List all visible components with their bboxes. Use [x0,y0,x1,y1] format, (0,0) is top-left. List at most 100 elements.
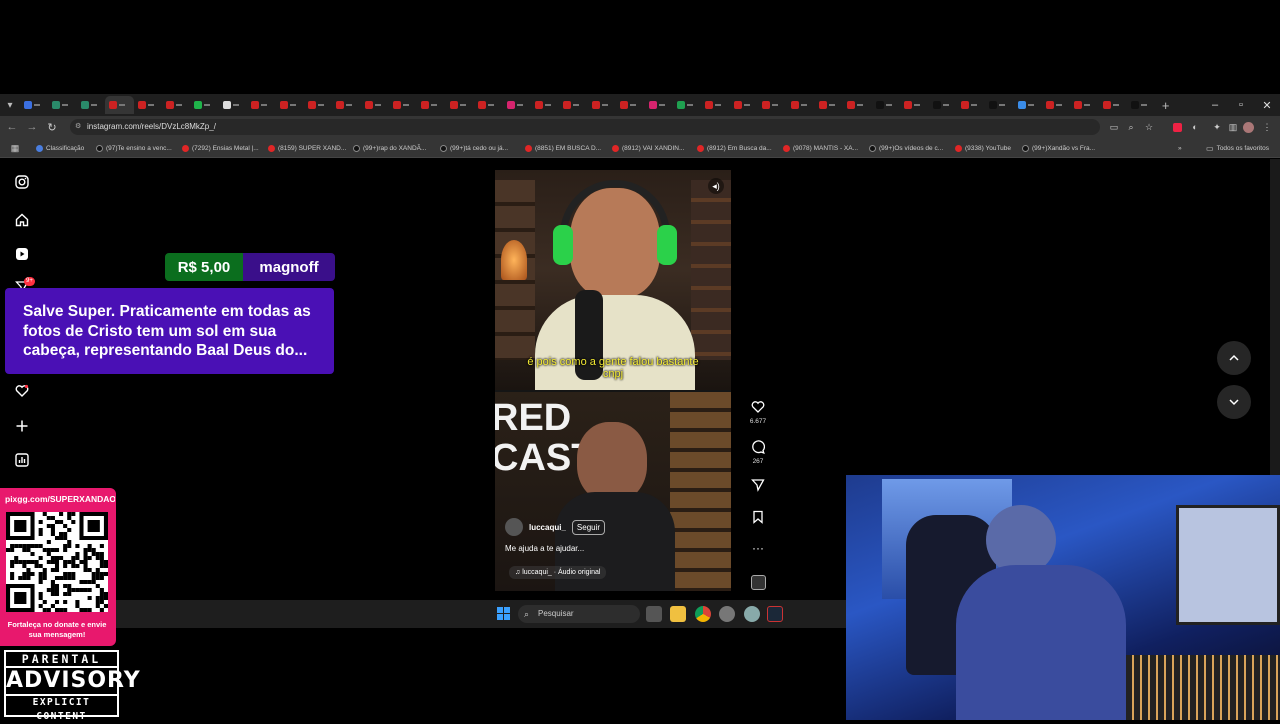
notifications-heart-icon[interactable] [12,381,32,401]
browser-tab[interactable] [332,96,360,114]
browser-tab[interactable] [417,96,445,114]
menu-icon[interactable]: ⋮ [1260,120,1274,134]
create-icon[interactable] [12,416,32,436]
browser-tab[interactable] [1127,96,1155,114]
bookmark-item[interactable]: (99+)rap do XANDÃ... [353,142,426,154]
browser-tab[interactable] [787,96,815,114]
browser-tab[interactable] [77,96,105,114]
browser-tab[interactable] [531,96,559,114]
caption[interactable]: Me ajuda a te ajudar... [505,544,584,553]
app-icon[interactable] [719,606,735,622]
browser-tab[interactable] [758,96,786,114]
install-app-icon[interactable]: ▭ [1107,120,1121,134]
bookmark-item[interactable]: (99+)Xandão vs Fra... [1022,142,1095,154]
browser-tab[interactable] [616,96,644,114]
instagram-logo-icon[interactable] [12,172,32,192]
forward-icon[interactable]: → [22,116,42,138]
browser-tab[interactable] [1099,96,1127,114]
browser-tab[interactable] [105,96,134,114]
browser-tab[interactable] [1070,96,1098,114]
bookmark-item[interactable]: (7292) Ensias Metal |... [182,142,259,154]
browser-tab[interactable] [219,96,247,114]
volume-icon[interactable]: ◂) [708,178,724,194]
browser-tab[interactable] [815,96,843,114]
new-tab-icon[interactable]: + [1156,94,1176,116]
extension-red-icon[interactable] [1170,120,1184,134]
bookmark-item[interactable]: (9078) MANTIS - XA... [783,142,858,154]
browser-tab[interactable] [957,96,985,114]
audio-thumbnail[interactable] [748,572,768,592]
bookmark-item[interactable]: (9338) YouTube [955,142,1011,154]
bookmark-item[interactable]: (8912) Em Busca da... [697,142,772,154]
browser-tab[interactable] [843,96,871,114]
extension-pin-icon[interactable]: ◐ [1188,120,1202,134]
follow-button[interactable]: Seguir [571,519,606,535]
browser-tab[interactable] [361,96,389,114]
browser-tab[interactable] [247,96,275,114]
task-view-icon[interactable] [646,606,662,622]
browser-tab[interactable] [474,96,502,114]
zoom-icon[interactable]: ⌕ [1124,120,1138,134]
extensions-icon[interactable]: ✦ [1210,120,1224,134]
reel-video[interactable]: é pois como a gente falou bastante cnpj … [495,170,731,591]
browser-tab[interactable] [1014,96,1042,114]
browser-tab[interactable] [673,96,701,114]
all-bookmarks[interactable]: ▭ Todos os favoritos [1206,142,1269,154]
browser-tab[interactable] [190,96,218,114]
sidepanel-icon[interactable]: ▥ [1226,120,1240,134]
browser-tab[interactable] [276,96,304,114]
dashboard-icon[interactable] [12,450,32,470]
browser-tab[interactable] [985,96,1013,114]
browser-tab[interactable] [1042,96,1070,114]
reload-icon[interactable]: ↻ [42,116,62,138]
browser-tab[interactable] [559,96,587,114]
home-icon[interactable] [12,210,32,230]
bookmark-item[interactable]: (97)Te ensino a venc... [96,142,172,154]
windows-start-icon[interactable] [497,607,510,620]
browser-tab[interactable] [730,96,758,114]
author-avatar[interactable] [505,518,523,536]
browser-tab[interactable] [389,96,417,114]
browser-tab[interactable] [48,96,76,114]
steam-icon[interactable] [767,606,783,622]
chrome-icon[interactable] [695,606,711,622]
address-bar[interactable]: ⚙ instagram.com/reels/DVzLc8MkZp_/ [70,119,1100,135]
settings-icon[interactable] [744,606,760,622]
browser-tab[interactable] [872,96,900,114]
audio-row[interactable]: ♫ luccaqui_ · Áudio original [509,566,607,579]
browser-tab[interactable] [701,96,729,114]
browser-tab[interactable] [929,96,957,114]
taskbar-search[interactable]: ⌕ Pesquisar [518,605,640,623]
comment-icon[interactable] [748,437,768,457]
bookmark-item[interactable]: (8851) EM BUSCA D... [525,142,601,154]
bookmark-item[interactable]: (99+)Os vídeos de c... [869,142,943,154]
minimize-icon[interactable]: – [1202,94,1228,116]
previous-reel-button[interactable] [1217,341,1251,375]
bookmark-star-icon[interactable]: ☆ [1142,120,1156,134]
browser-tab[interactable] [446,96,474,114]
bookmark-item[interactable]: (8912) VAI XANDIN... [612,142,684,154]
site-info-icon[interactable]: ⚙ [75,119,81,135]
maximize-icon[interactable]: ▫ [1228,94,1254,116]
browser-tab[interactable] [20,96,48,114]
back-icon[interactable]: ← [2,116,22,138]
reels-icon[interactable] [12,244,32,264]
bookmark-item[interactable]: (99+)tá cedo ou já... [440,142,508,154]
browser-tab[interactable] [588,96,616,114]
browser-tab[interactable] [645,96,673,114]
next-reel-button[interactable] [1217,385,1251,419]
more-bookmarks-icon[interactable]: » [1178,142,1182,154]
file-explorer-icon[interactable] [670,606,686,622]
tab-search-icon[interactable]: ▾ [0,94,20,116]
like-icon[interactable] [748,397,768,417]
profile-avatar[interactable] [1241,120,1255,134]
browser-tab[interactable] [162,96,190,114]
apps-grid-icon[interactable]: ▦ [8,141,22,155]
more-options-icon[interactable]: ··· [748,538,768,558]
bookmark-item[interactable]: (8159) SUPER XAND... [268,142,346,154]
browser-tab[interactable] [900,96,928,114]
browser-tab[interactable] [134,96,162,114]
bookmark-item[interactable]: Classificação [36,142,84,154]
browser-tab[interactable] [503,96,531,114]
save-icon[interactable] [748,507,768,527]
